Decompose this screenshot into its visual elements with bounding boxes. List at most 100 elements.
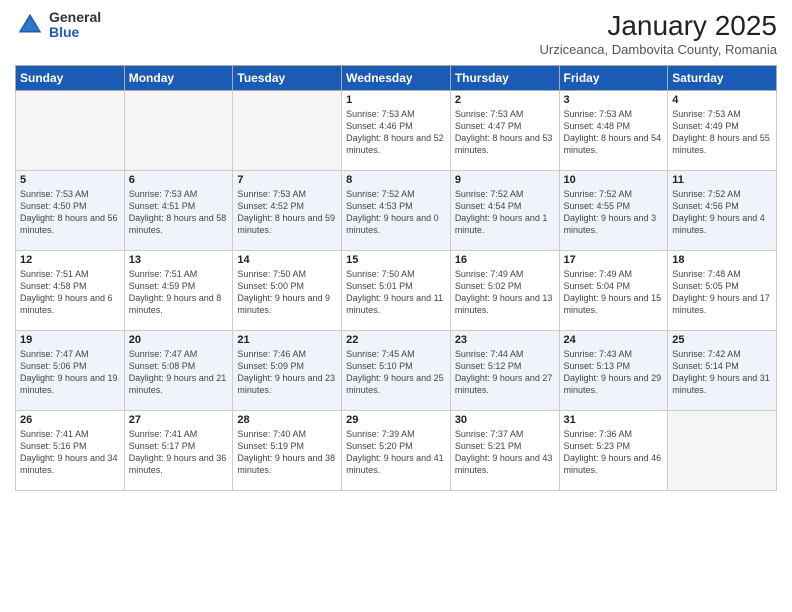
day-number: 29 bbox=[346, 414, 446, 426]
calendar-cell: 10 Sunrise: 7:52 AM Sunset: 4:55 PM Dayli… bbox=[559, 171, 668, 251]
day-number: 3 bbox=[564, 94, 664, 106]
header-cell-sunday: Sunday bbox=[16, 66, 125, 91]
calendar-cell: 17Sunrise: 7:49 AM Sunset: 5:04 PM Dayli… bbox=[559, 251, 668, 331]
day-info: Sunrise: 7:47 AM Sunset: 5:06 PM Dayligh… bbox=[20, 348, 120, 397]
calendar-cell: 3 Sunrise: 7:53 AM Sunset: 4:48 PM Daylig… bbox=[559, 91, 668, 171]
calendar-cell: 2Sunrise: 7:53 AM Sunset: 4:47 PM Daylig… bbox=[450, 91, 559, 171]
calendar-cell: 22Sunrise: 7:45 AM Sunset: 5:10 PM Dayli… bbox=[342, 331, 451, 411]
day-info: Sunrise: 7:53 AM Sunset: 4:46 PM Dayligh… bbox=[346, 108, 446, 157]
day-number: 28 bbox=[237, 414, 337, 426]
day-number: 20 bbox=[129, 334, 229, 346]
calendar-cell: 31Sunrise: 7:36 AM Sunset: 5:23 PM Dayli… bbox=[559, 411, 668, 491]
calendar-cell: 30 Sunrise: 7:37 AM Sunset: 5:21 PM Dayli… bbox=[450, 411, 559, 491]
day-info: Sunrise: 7:42 AM Sunset: 5:14 PM Dayligh… bbox=[672, 348, 772, 397]
calendar-cell: 28 Sunrise: 7:40 AM Sunset: 5:19 PM Dayli… bbox=[233, 411, 342, 491]
calendar-cell: 23 Sunrise: 7:44 AM Sunset: 5:12 PM Dayli… bbox=[450, 331, 559, 411]
day-number: 31 bbox=[564, 414, 664, 426]
day-info: Sunrise: 7:53 AM Sunset: 4:50 PM Dayligh… bbox=[20, 188, 120, 237]
calendar-cell: 4Sunrise: 7:53 AM Sunset: 4:49 PM Daylig… bbox=[668, 91, 777, 171]
calendar-week-row: 5 Sunrise: 7:53 AM Sunset: 4:50 PM Daylig… bbox=[16, 171, 777, 251]
calendar-cell: 11 Sunrise: 7:52 AM Sunset: 4:56 PM Dayli… bbox=[668, 171, 777, 251]
day-info: Sunrise: 7:53 AM Sunset: 4:52 PM Dayligh… bbox=[237, 188, 337, 237]
day-number: 9 bbox=[455, 174, 555, 186]
day-number: 11 bbox=[672, 174, 772, 186]
day-info: Sunrise: 7:46 AM Sunset: 5:09 PM Dayligh… bbox=[237, 348, 337, 397]
day-info: Sunrise: 7:51 AM Sunset: 4:58 PM Dayligh… bbox=[20, 268, 120, 317]
calendar-table: SundayMondayTuesdayWednesdayThursdayFrid… bbox=[15, 65, 777, 491]
calendar-header-row: SundayMondayTuesdayWednesdayThursdayFrid… bbox=[16, 66, 777, 91]
header-cell-thursday: Thursday bbox=[450, 66, 559, 91]
day-number: 4 bbox=[672, 94, 772, 106]
calendar-cell: 1 Sunrise: 7:53 AM Sunset: 4:46 PM Daylig… bbox=[342, 91, 451, 171]
calendar-cell: 24 Sunrise: 7:43 AM Sunset: 5:13 PM Dayli… bbox=[559, 331, 668, 411]
day-number: 16 bbox=[455, 254, 555, 266]
calendar-week-row: 19 Sunrise: 7:47 AM Sunset: 5:06 PM Dayli… bbox=[16, 331, 777, 411]
header-cell-saturday: Saturday bbox=[668, 66, 777, 91]
day-number: 25 bbox=[672, 334, 772, 346]
day-number: 18 bbox=[672, 254, 772, 266]
day-number: 23 bbox=[455, 334, 555, 346]
day-info: Sunrise: 7:47 AM Sunset: 5:08 PM Dayligh… bbox=[129, 348, 229, 397]
day-number: 27 bbox=[129, 414, 229, 426]
day-number: 26 bbox=[20, 414, 120, 426]
day-info: Sunrise: 7:48 AM Sunset: 5:05 PM Dayligh… bbox=[672, 268, 772, 317]
day-info: Sunrise: 7:43 AM Sunset: 5:13 PM Dayligh… bbox=[564, 348, 664, 397]
day-info: Sunrise: 7:39 AM Sunset: 5:20 PM Dayligh… bbox=[346, 428, 446, 477]
header: General Blue January 2025 Urziceanca, Da… bbox=[15, 10, 777, 57]
day-number: 30 bbox=[455, 414, 555, 426]
day-number: 24 bbox=[564, 334, 664, 346]
header-cell-friday: Friday bbox=[559, 66, 668, 91]
day-info: Sunrise: 7:53 AM Sunset: 4:48 PM Dayligh… bbox=[564, 108, 664, 157]
day-number: 21 bbox=[237, 334, 337, 346]
calendar-cell: 9Sunrise: 7:52 AM Sunset: 4:54 PM Daylig… bbox=[450, 171, 559, 251]
calendar-cell: 13Sunrise: 7:51 AM Sunset: 4:59 PM Dayli… bbox=[124, 251, 233, 331]
calendar-cell: 18 Sunrise: 7:48 AM Sunset: 5:05 PM Dayli… bbox=[668, 251, 777, 331]
title-area: January 2025 Urziceanca, Dambovita Count… bbox=[540, 10, 777, 57]
day-number: 14 bbox=[237, 254, 337, 266]
day-number: 10 bbox=[564, 174, 664, 186]
calendar-cell: 25 Sunrise: 7:42 AM Sunset: 5:14 PM Dayli… bbox=[668, 331, 777, 411]
day-info: Sunrise: 7:53 AM Sunset: 4:47 PM Dayligh… bbox=[455, 108, 555, 157]
calendar-cell: 7 Sunrise: 7:53 AM Sunset: 4:52 PM Daylig… bbox=[233, 171, 342, 251]
day-number: 12 bbox=[20, 254, 120, 266]
calendar-week-row: 12 Sunrise: 7:51 AM Sunset: 4:58 PM Dayli… bbox=[16, 251, 777, 331]
calendar-cell: 29 Sunrise: 7:39 AM Sunset: 5:20 PM Dayli… bbox=[342, 411, 451, 491]
day-info: Sunrise: 7:44 AM Sunset: 5:12 PM Dayligh… bbox=[455, 348, 555, 397]
day-info: Sunrise: 7:52 AM Sunset: 4:53 PM Dayligh… bbox=[346, 188, 446, 237]
day-info: Sunrise: 7:50 AM Sunset: 5:01 PM Dayligh… bbox=[346, 268, 446, 317]
header-cell-wednesday: Wednesday bbox=[342, 66, 451, 91]
day-number: 7 bbox=[237, 174, 337, 186]
day-info: Sunrise: 7:49 AM Sunset: 5:04 PM Dayligh… bbox=[564, 268, 664, 317]
calendar-cell: 26Sunrise: 7:41 AM Sunset: 5:16 PM Dayli… bbox=[16, 411, 125, 491]
logo-text: General Blue bbox=[49, 10, 101, 41]
calendar-cell bbox=[124, 91, 233, 171]
logo-icon bbox=[15, 10, 45, 40]
day-number: 8 bbox=[346, 174, 446, 186]
day-number: 5 bbox=[20, 174, 120, 186]
logo-general: General bbox=[49, 10, 101, 25]
subtitle: Urziceanca, Dambovita County, Romania bbox=[540, 42, 777, 57]
calendar-cell: 15 Sunrise: 7:50 AM Sunset: 5:01 PM Dayli… bbox=[342, 251, 451, 331]
calendar-week-row: 1 Sunrise: 7:53 AM Sunset: 4:46 PM Daylig… bbox=[16, 91, 777, 171]
calendar-cell: 5 Sunrise: 7:53 AM Sunset: 4:50 PM Daylig… bbox=[16, 171, 125, 251]
day-info: Sunrise: 7:40 AM Sunset: 5:19 PM Dayligh… bbox=[237, 428, 337, 477]
calendar-cell: 8 Sunrise: 7:52 AM Sunset: 4:53 PM Daylig… bbox=[342, 171, 451, 251]
day-number: 19 bbox=[20, 334, 120, 346]
day-number: 1 bbox=[346, 94, 446, 106]
calendar-cell: 20 Sunrise: 7:47 AM Sunset: 5:08 PM Dayli… bbox=[124, 331, 233, 411]
calendar-cell: 21 Sunrise: 7:46 AM Sunset: 5:09 PM Dayli… bbox=[233, 331, 342, 411]
day-info: Sunrise: 7:52 AM Sunset: 4:55 PM Dayligh… bbox=[564, 188, 664, 237]
day-info: Sunrise: 7:41 AM Sunset: 5:17 PM Dayligh… bbox=[129, 428, 229, 477]
calendar-cell: 12 Sunrise: 7:51 AM Sunset: 4:58 PM Dayli… bbox=[16, 251, 125, 331]
header-cell-tuesday: Tuesday bbox=[233, 66, 342, 91]
calendar-week-row: 26Sunrise: 7:41 AM Sunset: 5:16 PM Dayli… bbox=[16, 411, 777, 491]
day-number: 15 bbox=[346, 254, 446, 266]
calendar-cell: 16Sunrise: 7:49 AM Sunset: 5:02 PM Dayli… bbox=[450, 251, 559, 331]
day-info: Sunrise: 7:37 AM Sunset: 5:21 PM Dayligh… bbox=[455, 428, 555, 477]
day-info: Sunrise: 7:51 AM Sunset: 4:59 PM Dayligh… bbox=[129, 268, 229, 317]
day-info: Sunrise: 7:52 AM Sunset: 4:56 PM Dayligh… bbox=[672, 188, 772, 237]
day-info: Sunrise: 7:50 AM Sunset: 5:00 PM Dayligh… bbox=[237, 268, 337, 317]
day-info: Sunrise: 7:45 AM Sunset: 5:10 PM Dayligh… bbox=[346, 348, 446, 397]
logo-blue: Blue bbox=[49, 25, 101, 40]
calendar-cell: 27 Sunrise: 7:41 AM Sunset: 5:17 PM Dayli… bbox=[124, 411, 233, 491]
